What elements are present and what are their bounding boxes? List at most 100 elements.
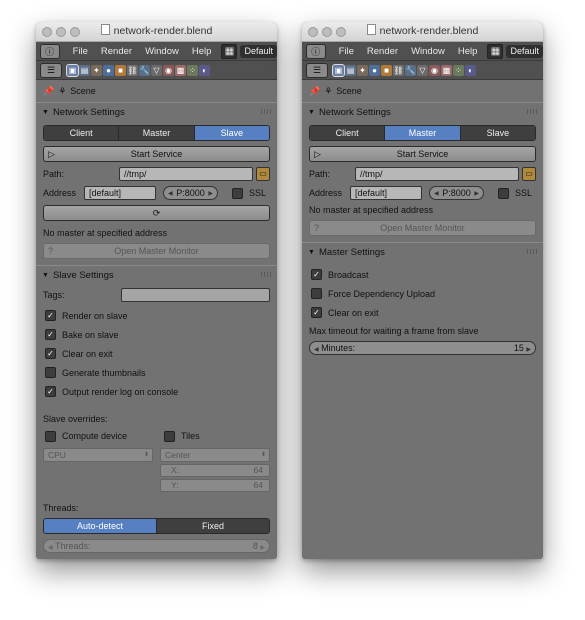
scene-context-icon[interactable]: ✦ (91, 64, 102, 76)
editor-type-button[interactable]: ⓘ (40, 43, 60, 59)
minimize-window-button[interactable] (56, 27, 66, 37)
output-render-log-checkbox[interactable]: ✓ (45, 386, 56, 397)
increment-arrow-icon[interactable]: ▶ (526, 347, 531, 353)
modifiers-icon[interactable]: 🔧 (405, 64, 416, 76)
minimize-window-button[interactable] (322, 27, 332, 37)
properties-editor-button[interactable]: ☰ (40, 62, 62, 78)
particles-icon[interactable]: ⁘ (187, 64, 198, 76)
pin-icon[interactable]: 📌 (43, 86, 54, 97)
drag-grip-icon[interactable] (527, 249, 537, 254)
physics-icon[interactable]: ◐ (465, 64, 476, 76)
drag-grip-icon[interactable] (261, 272, 271, 277)
clear-on-exit-option[interactable]: ✓ Clear on exit (43, 344, 270, 363)
world-context-icon[interactable]: ● (369, 64, 380, 76)
render-context-icon[interactable]: ▣ (332, 63, 345, 77)
screen-layout-icon[interactable]: ▦ (221, 43, 238, 59)
bake-on-slave-checkbox[interactable]: ✓ (45, 329, 56, 340)
generate-thumbnails-option[interactable]: Generate thumbnails (43, 363, 270, 382)
ssl-checkbox[interactable] (232, 187, 243, 199)
broadcast-checkbox[interactable]: ✓ (311, 269, 322, 280)
screen-layout-field[interactable]: Default (506, 44, 543, 58)
title-bar[interactable]: network-render.blend (36, 22, 277, 42)
increment-arrow-icon[interactable]: ▶ (260, 545, 265, 551)
tags-field[interactable] (121, 288, 270, 302)
threads-fixed-button[interactable]: Fixed (156, 519, 269, 533)
tile-order-select[interactable]: Center ⬍ (160, 448, 270, 462)
tile-x-field[interactable]: X: 64 (160, 464, 270, 477)
menu-help[interactable]: Help (458, 46, 478, 57)
mode-client-button[interactable]: Client (44, 126, 119, 140)
output-render-log-option[interactable]: ✓ Output render log on console (43, 382, 270, 401)
object-context-icon[interactable]: ■ (115, 64, 126, 76)
render-layers-icon[interactable]: ▤ (79, 64, 90, 76)
scene-context-icon[interactable]: ✦ (357, 64, 368, 76)
close-window-button[interactable] (42, 27, 52, 37)
render-on-slave-checkbox[interactable]: ✓ (45, 310, 56, 321)
mode-master-button[interactable]: Master (384, 126, 460, 140)
menu-file[interactable]: File (339, 46, 354, 57)
start-service-button[interactable]: ▷ Start Service (43, 146, 270, 162)
folder-icon[interactable]: ▭ (256, 167, 270, 181)
properties-editor-button[interactable]: ☰ (306, 62, 328, 78)
address-field[interactable]: [default] (84, 186, 156, 200)
object-context-icon[interactable]: ■ (381, 64, 392, 76)
network-settings-header[interactable]: ▼ Network Settings (302, 102, 543, 121)
address-field[interactable]: [default] (350, 186, 422, 200)
menu-render[interactable]: Render (101, 46, 132, 57)
data-context-icon[interactable]: ▽ (417, 64, 428, 76)
menu-window[interactable]: Window (145, 46, 179, 57)
port-field[interactable]: ◀ P:8000 ▶ (163, 186, 218, 200)
title-bar[interactable]: network-render.blend (302, 22, 543, 42)
particles-icon[interactable]: ⁘ (453, 64, 464, 76)
zoom-window-button[interactable] (336, 27, 346, 37)
generate-thumbnails-checkbox[interactable] (45, 367, 56, 378)
data-context-icon[interactable]: ▽ (151, 64, 162, 76)
menu-render[interactable]: Render (367, 46, 398, 57)
clear-on-exit-checkbox[interactable]: ✓ (311, 307, 322, 318)
texture-icon[interactable]: ▩ (441, 64, 452, 76)
zoom-window-button[interactable] (70, 27, 80, 37)
compute-device-checkbox[interactable] (45, 430, 56, 442)
decrement-arrow-icon[interactable]: ◀ (434, 190, 439, 197)
force-dependency-upload-checkbox[interactable] (311, 288, 322, 299)
constraints-icon[interactable]: ⛓ (127, 64, 138, 76)
folder-icon[interactable]: ▭ (522, 167, 536, 181)
tile-y-field[interactable]: Y: 64 (160, 479, 270, 492)
menu-file[interactable]: File (73, 46, 88, 57)
port-field[interactable]: ◀ P:8000 ▶ (429, 186, 484, 200)
screen-layout-icon[interactable]: ▦ (487, 43, 504, 59)
refresh-button[interactable]: ⟳ (43, 205, 270, 221)
start-service-button[interactable]: ▷ Start Service (309, 146, 536, 162)
decrement-arrow-icon[interactable]: ◀ (168, 190, 173, 197)
editor-type-button[interactable]: ⓘ (306, 43, 326, 59)
drag-grip-icon[interactable] (527, 109, 537, 114)
increment-arrow-icon[interactable]: ▶ (208, 190, 213, 197)
slave-settings-header[interactable]: ▼ Slave Settings (36, 265, 277, 284)
mode-client-button[interactable]: Client (310, 126, 385, 140)
clear-on-exit-checkbox[interactable]: ✓ (45, 348, 56, 359)
render-layers-icon[interactable]: ▤ (345, 64, 356, 76)
threads-field[interactable]: ◀ Threads: 8 ▶ (43, 539, 270, 553)
close-window-button[interactable] (308, 27, 318, 37)
force-dependency-upload-option[interactable]: Force Dependency Upload (309, 284, 536, 303)
world-context-icon[interactable]: ● (103, 64, 114, 76)
mode-master-button[interactable]: Master (118, 126, 194, 140)
ssl-checkbox[interactable] (498, 187, 509, 199)
path-field[interactable]: //tmp/ (355, 167, 519, 181)
bake-on-slave-option[interactable]: ✓ Bake on slave (43, 325, 270, 344)
menu-window[interactable]: Window (411, 46, 445, 57)
render-context-icon[interactable]: ▣ (66, 63, 79, 77)
minutes-field[interactable]: ◀ Minutes: 15 ▶ (309, 341, 536, 355)
modifiers-icon[interactable]: 🔧 (139, 64, 150, 76)
open-master-monitor-button[interactable]: ? Open Master Monitor (43, 243, 270, 259)
master-settings-header[interactable]: ▼ Master Settings (302, 242, 543, 261)
material-icon[interactable]: ◉ (429, 64, 440, 76)
broadcast-option[interactable]: ✓ Broadcast (309, 265, 536, 284)
threads-auto-detect-button[interactable]: Auto-detect (44, 519, 156, 533)
decrement-arrow-icon[interactable]: ◀ (314, 347, 319, 353)
mode-slave-button[interactable]: Slave (193, 126, 269, 140)
clear-on-exit-option[interactable]: ✓ Clear on exit (309, 303, 536, 322)
physics-icon[interactable]: ◐ (199, 64, 210, 76)
menu-help[interactable]: Help (192, 46, 212, 57)
compute-device-select[interactable]: CPU ⬍ (43, 448, 153, 462)
